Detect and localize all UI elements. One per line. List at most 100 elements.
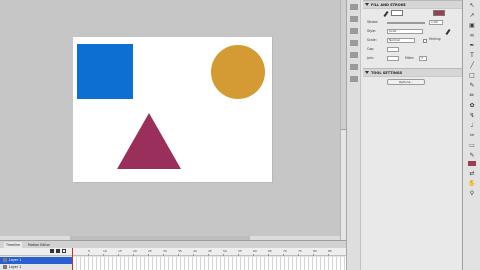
frame-tick — [298, 254, 299, 256]
frame-tick — [103, 254, 104, 256]
tools-panel: ↖ ↗ ▣ ∞ ✒ T ╱ □ ✎ ✏ ✿ ↯ ♩ ✑ ▭ ✎ ⇄ ✋ ⚲ — [462, 0, 480, 270]
layer-row[interactable]: Layer 1 — [0, 264, 346, 270]
panel-icon[interactable] — [350, 76, 358, 82]
pencil-icon[interactable]: ✎ — [467, 82, 477, 90]
lock-icon[interactable] — [56, 249, 60, 253]
frame-tick — [313, 254, 314, 256]
timeline-panel: Timeline Motion Editor 5 10 15 20 25 30 35 40 45… — [0, 240, 346, 270]
stroke-pencil-icon — [383, 10, 389, 18]
frame-tick — [148, 254, 149, 256]
panel-icon[interactable] — [350, 4, 358, 10]
paint-bucket-icon[interactable]: ♩ — [467, 122, 477, 130]
collapse-triangle-icon — [365, 71, 369, 74]
frame-tick — [163, 254, 164, 256]
section-title: TOOL SETTINGS — [371, 71, 403, 75]
timeline-tab-bar: Timeline Motion Editor — [0, 241, 346, 248]
section-title: FILL AND STROKE — [371, 3, 406, 7]
frame-tick — [178, 254, 179, 256]
bone-icon[interactable]: ↯ — [467, 112, 477, 120]
swap-colors-icon[interactable]: ⇄ — [467, 170, 477, 178]
join-label: Join: — [367, 56, 374, 60]
layer-header-icons — [50, 249, 70, 254]
eyedropper-icon[interactable]: ✑ — [467, 132, 477, 140]
panel-icon[interactable] — [350, 28, 358, 34]
selection-icon[interactable]: ↖ — [467, 2, 477, 10]
subselection-icon[interactable]: ↗ — [467, 12, 477, 20]
brush-icon[interactable]: ✏ — [467, 92, 477, 100]
fill-color-swatch[interactable] — [433, 10, 445, 16]
tool-settings-header[interactable]: TOOL SETTINGS — [363, 68, 463, 77]
join-row: Join: — [367, 55, 374, 62]
frame-tick — [283, 254, 284, 256]
layer-name[interactable]: Layer 1 — [0, 264, 72, 270]
pencil-stroke-color-icon[interactable]: ✎ — [467, 152, 477, 160]
miter-field[interactable]: 3 — [419, 56, 427, 61]
frame-tick — [208, 254, 209, 256]
text-icon[interactable]: T — [467, 52, 477, 60]
panel-icon[interactable] — [350, 52, 358, 58]
layer-frames[interactable] — [73, 264, 346, 270]
stroke-row: Stroke: — [367, 19, 378, 26]
layer-icon — [3, 265, 7, 269]
scale-row: Scale: — [367, 37, 377, 44]
eye-icon[interactable] — [50, 249, 54, 253]
frame-tick — [253, 254, 254, 256]
layer-label: Layer 1 — [9, 265, 22, 269]
collapse-triangle-icon — [365, 3, 369, 6]
hinting-label: Hinting — [429, 37, 441, 41]
purple-triangle-shape[interactable] — [117, 113, 181, 169]
cap-label: Cap: — [367, 47, 375, 51]
eraser-icon[interactable]: ▭ — [467, 142, 477, 150]
stage[interactable] — [73, 37, 273, 183]
layer-row[interactable]: Layer 1 — [0, 257, 346, 264]
frame-tick — [118, 254, 119, 256]
stroke-value-field[interactable]: 1.00 — [429, 20, 443, 25]
frame-tick — [133, 254, 134, 256]
layer-name[interactable]: Layer 1 — [0, 257, 72, 264]
hand-icon[interactable]: ✋ — [467, 180, 477, 188]
hinting-checkbox[interactable] — [423, 39, 427, 43]
miter-label: Miter: — [405, 56, 415, 60]
layer-frames[interactable] — [73, 257, 346, 264]
frame-tick — [193, 254, 194, 256]
playhead[interactable] — [72, 248, 73, 270]
fill-and-stroke-header[interactable]: FILL AND STROKE — [363, 0, 463, 9]
deco-icon[interactable]: ✿ — [467, 102, 477, 110]
style-row: Style: — [367, 28, 376, 35]
panel-icon[interactable] — [350, 64, 358, 70]
stroke-color-swatch[interactable] — [391, 10, 403, 16]
stroke-slider[interactable] — [387, 22, 425, 24]
panel-icon[interactable] — [350, 16, 358, 22]
line-icon[interactable]: ╱ — [467, 62, 477, 70]
cap-dropdown[interactable] — [387, 47, 399, 52]
panel-collapsed-icons-strip — [347, 0, 361, 270]
frame-tick — [223, 254, 224, 256]
scale-label: Scale: — [367, 38, 377, 42]
join-dropdown[interactable] — [387, 56, 399, 61]
outline-icon[interactable] — [62, 249, 66, 253]
scale-dropdown[interactable]: Normal — [387, 38, 415, 43]
layer-label: Layer 1 — [9, 258, 22, 262]
orange-circle-shape[interactable] — [211, 45, 265, 99]
fill-color-icon[interactable] — [467, 160, 477, 168]
work-area[interactable] — [0, 0, 340, 240]
properties-panel: FILL AND STROKE Stroke: 1.00 Style: Soli… — [346, 0, 463, 270]
panel-icon[interactable] — [350, 40, 358, 46]
pen-icon[interactable]: ✒ — [467, 42, 477, 50]
options-button[interactable]: Options... — [387, 79, 425, 85]
layer-icon — [3, 258, 7, 262]
edit-stroke-style-icon[interactable] — [445, 28, 451, 36]
stroke-label: Stroke: — [367, 20, 379, 24]
frame-tick — [88, 254, 89, 256]
frame-ruler[interactable]: 5 10 15 20 25 30 35 40 45 50 55 60 65 70 75 80 85 — [0, 248, 346, 256]
style-dropdown[interactable]: Solid — [387, 29, 423, 34]
blue-square-shape[interactable] — [77, 44, 133, 99]
lasso-icon[interactable]: ∞ — [467, 32, 477, 40]
zoom-icon[interactable]: ⚲ — [467, 190, 477, 198]
free-transform-icon[interactable]: ▣ — [467, 22, 477, 30]
style-label: Style: — [367, 29, 377, 33]
rectangle-icon[interactable]: □ — [467, 72, 477, 80]
frame-tick — [268, 254, 269, 256]
frame-tick — [238, 254, 239, 256]
cap-row: Cap: — [367, 46, 374, 53]
